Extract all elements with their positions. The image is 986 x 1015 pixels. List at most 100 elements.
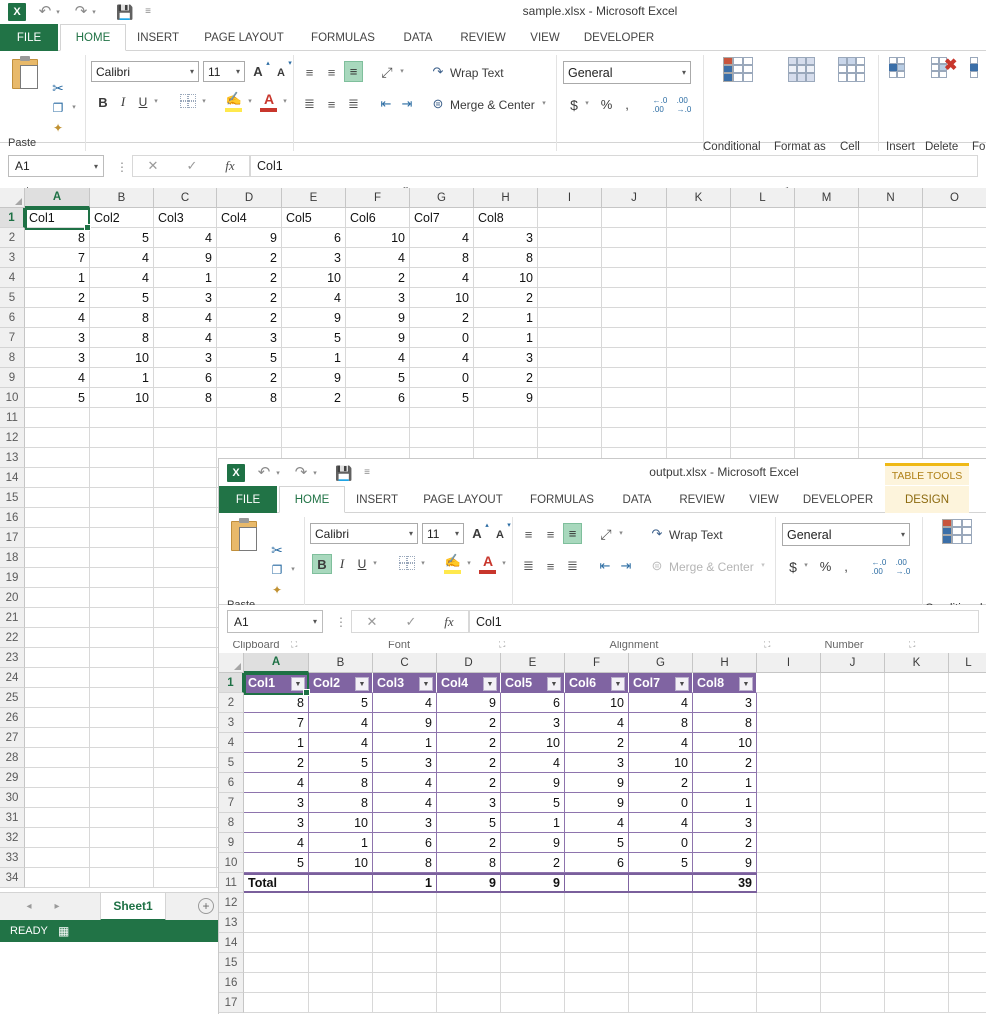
cell-A7[interactable]: 3	[25, 328, 90, 348]
insert-function-icon[interactable]: fx	[430, 614, 468, 630]
macro-record-icon[interactable]: ▦	[58, 923, 74, 939]
cell-C15[interactable]	[154, 488, 217, 508]
cell-F7[interactable]: 9	[346, 328, 410, 348]
cell-B16[interactable]	[309, 973, 373, 993]
cell-O7[interactable]	[923, 328, 986, 348]
cell-J16[interactable]	[821, 973, 885, 993]
cell-C4[interactable]: 1	[154, 268, 217, 288]
cell-J8[interactable]	[602, 348, 667, 368]
cell-E4[interactable]: 10	[501, 733, 565, 753]
cell-C8[interactable]: 3	[373, 813, 437, 833]
cell-D1[interactable]: Col4 ▼	[437, 673, 501, 693]
save-button[interactable]: 💾	[116, 3, 134, 21]
cell-A12[interactable]	[244, 893, 309, 913]
cell-G2[interactable]: 4	[629, 693, 693, 713]
cell-C13[interactable]	[373, 913, 437, 933]
tab-formulas[interactable]: FORMULAS	[300, 24, 386, 51]
cell-B8[interactable]: 10	[309, 813, 373, 833]
cell-K9[interactable]	[885, 833, 949, 853]
cell-K5[interactable]	[885, 753, 949, 773]
cell-K13[interactable]	[885, 913, 949, 933]
cell-B2[interactable]: 5	[90, 228, 154, 248]
accounting-dropdown-icon[interactable]: ▾	[802, 561, 810, 571]
filter-dropdown-A[interactable]: ▼	[291, 677, 305, 691]
insert-function-icon[interactable]: fx	[211, 158, 249, 174]
cell-L16[interactable]	[949, 973, 986, 993]
filter-dropdown-B[interactable]: ▼	[355, 677, 369, 691]
cell-F9[interactable]: 5	[565, 833, 629, 853]
cell-B5[interactable]: 5	[90, 288, 154, 308]
cell-I12[interactable]	[757, 893, 821, 913]
row-header-15[interactable]: 15	[0, 488, 25, 508]
cell-C8[interactable]: 3	[154, 348, 217, 368]
cell-D16[interactable]	[437, 973, 501, 993]
cell-J7[interactable]	[602, 328, 667, 348]
cell-L10[interactable]	[731, 388, 795, 408]
cell-G12[interactable]	[629, 893, 693, 913]
cell-D12[interactable]	[217, 428, 282, 448]
cell-N3[interactable]	[859, 248, 923, 268]
total-cell-G[interactable]	[629, 873, 693, 893]
cell-I7[interactable]	[757, 793, 821, 813]
bold-button[interactable]: B	[93, 92, 113, 112]
cell-M11[interactable]	[795, 408, 859, 428]
cell-L10[interactable]	[949, 853, 986, 873]
cell-A7[interactable]: 3	[244, 793, 309, 813]
cell-I16[interactable]	[757, 973, 821, 993]
cell-L1[interactable]	[949, 673, 986, 693]
cell-G8[interactable]: 4	[410, 348, 474, 368]
cell-O4[interactable]	[923, 268, 986, 288]
cell-B22[interactable]	[90, 628, 154, 648]
cell-O12[interactable]	[923, 428, 986, 448]
cell-J5[interactable]	[821, 753, 885, 773]
row-header-16[interactable]: 16	[0, 508, 25, 528]
cell-D7[interactable]: 3	[217, 328, 282, 348]
cell-O2[interactable]	[923, 228, 986, 248]
cell-B32[interactable]	[90, 828, 154, 848]
tab-design[interactable]: DESIGN	[885, 486, 969, 513]
cell-C19[interactable]	[154, 568, 217, 588]
cell-F2[interactable]: 10	[565, 693, 629, 713]
cell-F8[interactable]: 4	[346, 348, 410, 368]
cell-G15[interactable]	[629, 953, 693, 973]
cell-A17[interactable]	[25, 528, 90, 548]
row-header-26[interactable]: 26	[0, 708, 25, 728]
cell-I13[interactable]	[757, 913, 821, 933]
cell-O8[interactable]	[923, 348, 986, 368]
cell-C14[interactable]	[154, 468, 217, 488]
cell-J6[interactable]	[602, 308, 667, 328]
cell-A21[interactable]	[25, 608, 90, 628]
cell-J1[interactable]	[821, 673, 885, 693]
cell-J9[interactable]	[602, 368, 667, 388]
number-format-chevron-icon[interactable]: ▾	[901, 530, 909, 539]
cell-L1[interactable]	[731, 208, 795, 228]
cell-A15[interactable]	[244, 953, 309, 973]
cell-C11[interactable]	[154, 408, 217, 428]
row-header-32[interactable]: 32	[0, 828, 25, 848]
cell-A24[interactable]	[25, 668, 90, 688]
column-header-I[interactable]: I	[538, 188, 602, 208]
filter-dropdown-G[interactable]: ▼	[675, 677, 689, 691]
cell-K11[interactable]	[667, 408, 731, 428]
cell-B13[interactable]	[90, 448, 154, 468]
tab-insert[interactable]: INSERT	[128, 24, 188, 51]
cell-F14[interactable]	[565, 933, 629, 953]
column-header-N[interactable]: N	[859, 188, 923, 208]
accounting-dropdown-icon[interactable]: ▾	[583, 99, 591, 109]
cell-B24[interactable]	[90, 668, 154, 688]
cell-G5[interactable]: 10	[629, 753, 693, 773]
row-header-29[interactable]: 29	[0, 768, 25, 788]
cell-E17[interactable]	[501, 993, 565, 1013]
cell-D2[interactable]: 9	[437, 693, 501, 713]
cell-C16[interactable]	[373, 973, 437, 993]
cell-K4[interactable]	[667, 268, 731, 288]
font-color-button[interactable]: A	[479, 552, 497, 569]
row-header-11[interactable]: 11	[0, 408, 25, 428]
row-header-25[interactable]: 25	[0, 688, 25, 708]
row-header-34[interactable]: 34	[0, 868, 25, 888]
align-bottom-button[interactable]: ≡	[344, 61, 363, 82]
cell-I10[interactable]	[538, 388, 602, 408]
cell-C1[interactable]: Col3 ▼	[373, 673, 437, 693]
customize-qat-icon[interactable]: ≡	[142, 5, 154, 19]
cell-I8[interactable]	[757, 813, 821, 833]
